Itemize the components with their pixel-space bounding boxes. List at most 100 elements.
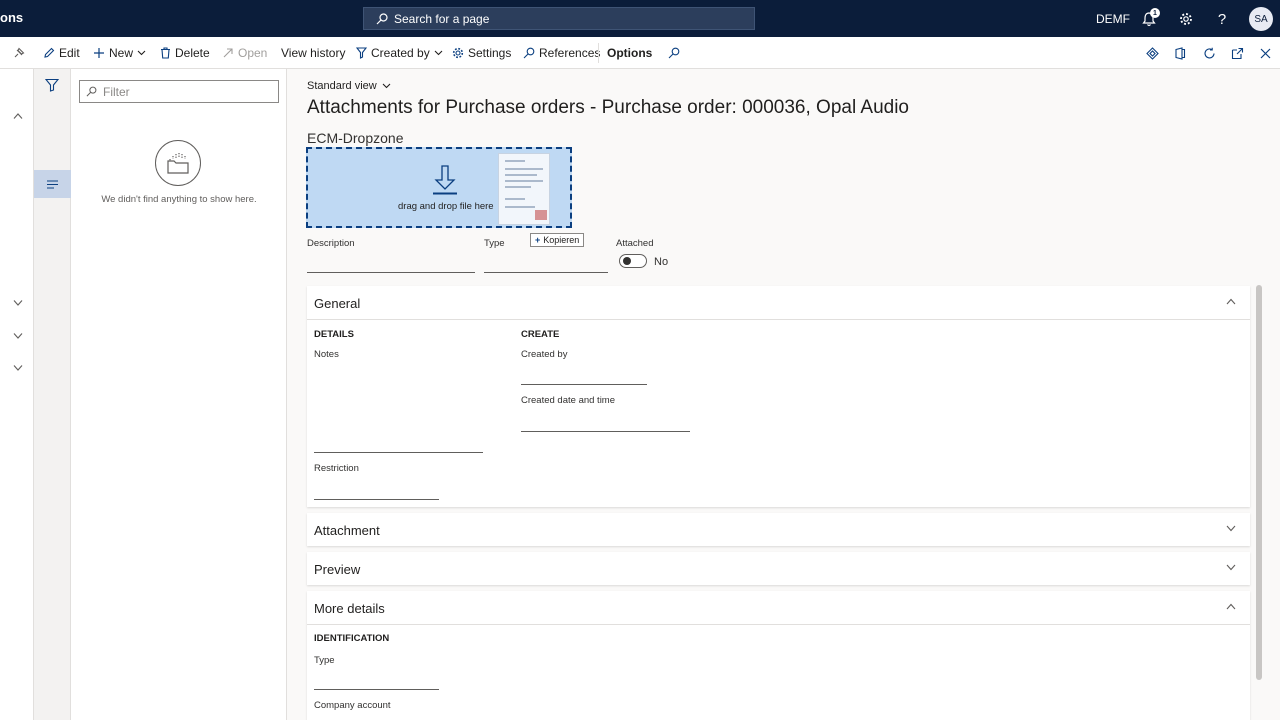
pencil-icon <box>44 47 55 58</box>
created-datetime-value <box>521 431 690 432</box>
company-account-label: Company account <box>314 700 391 711</box>
chevron-down-icon[interactable] <box>1226 525 1236 532</box>
list-filter-box[interactable] <box>79 80 279 103</box>
settings-gear-icon[interactable] <box>1177 10 1195 28</box>
type-input[interactable] <box>484 272 608 273</box>
created-by-value <box>521 384 647 385</box>
details-section-header: DETAILS <box>314 329 354 340</box>
view-history-label: View history <box>281 46 346 60</box>
preview-fasttab: Preview <box>307 552 1250 585</box>
delete-label: Delete <box>175 46 210 60</box>
identification-type-input[interactable] <box>314 689 439 690</box>
drag-copy-tooltip: + Kopieren <box>530 233 585 247</box>
action-pane: Edit New Delete Open View history Create… <box>0 37 1280 69</box>
plus-icon <box>94 48 104 58</box>
pin-icon[interactable] <box>10 45 26 61</box>
references-label: References <box>539 46 601 60</box>
created-datetime-label: Created date and time <box>521 395 616 406</box>
attached-toggle[interactable] <box>619 254 647 268</box>
type-label: Type <box>484 238 505 249</box>
dropzone-title: ECM-Dropzone <box>307 130 404 146</box>
filter-input[interactable] <box>103 84 263 99</box>
action-search-icon[interactable] <box>666 45 682 61</box>
created-by-filter-button[interactable]: Created by <box>356 45 447 61</box>
filter-icon <box>356 47 367 59</box>
identification-type-label: Type <box>314 655 335 666</box>
open-in-new-window-icon[interactable] <box>1229 45 1245 61</box>
open-arrow-icon <box>223 48 233 58</box>
view-history-button[interactable]: View history <box>281 45 345 61</box>
empty-list-message: We didn't find anything to show here. <box>101 194 257 205</box>
options-tab[interactable]: Options <box>607 45 652 61</box>
empty-folder-icon <box>155 140 201 186</box>
chevron-down-icon <box>137 50 146 56</box>
help-icon[interactable]: ? <box>1213 10 1231 28</box>
notification-count-badge: 1 <box>1150 8 1160 18</box>
settings-button[interactable]: Settings <box>452 45 511 61</box>
chevron-down-icon[interactable] <box>13 331 23 341</box>
chevron-down-icon[interactable] <box>1226 564 1236 571</box>
power-apps-icon[interactable] <box>1144 45 1160 61</box>
settings-label: Settings <box>468 46 512 60</box>
gear-icon <box>452 47 464 59</box>
chevron-up-icon[interactable] <box>1226 603 1236 610</box>
attached-label: Attached <box>616 238 654 249</box>
file-dropzone[interactable]: drag and drop file here <box>306 147 572 228</box>
chevron-down-icon[interactable] <box>13 363 23 373</box>
preview-header[interactable]: Preview <box>314 562 360 577</box>
dropzone-instruction: drag and drop file here <box>398 201 494 212</box>
created-by-field-label: Created by <box>521 349 568 360</box>
view-selector[interactable]: Standard view <box>307 80 391 92</box>
chevron-down-icon <box>434 50 443 56</box>
edit-label: Edit <box>59 46 80 60</box>
details-pane: Standard view Attachments for Purchase o… <box>287 69 1280 720</box>
references-button[interactable]: References <box>523 45 600 61</box>
view-selector-label: Standard view <box>307 80 377 92</box>
open-label: Open <box>238 46 268 60</box>
top-navigation-bar: ons Search for a page DEMF 1 ? SA <box>0 0 1280 37</box>
attachment-header[interactable]: Attachment <box>314 523 380 538</box>
search-icon <box>523 47 535 59</box>
chevron-up-icon[interactable] <box>13 111 23 121</box>
toggle-knob <box>623 257 631 265</box>
trash-icon <box>161 47 170 59</box>
search-placeholder: Search for a page <box>394 11 490 26</box>
plus-icon: + <box>535 235 541 245</box>
notes-input[interactable] <box>314 452 483 453</box>
description-label: Description <box>307 238 355 249</box>
description-input[interactable] <box>307 272 475 273</box>
card-divider <box>307 624 1250 625</box>
filter-icon[interactable] <box>45 78 59 92</box>
navigation-rail <box>0 69 34 720</box>
card-divider <box>307 319 1250 320</box>
general-header[interactable]: General <box>314 296 360 311</box>
refresh-icon[interactable] <box>1201 45 1217 61</box>
company-picker[interactable]: DEMF <box>1096 12 1130 26</box>
open-button[interactable]: Open <box>222 45 267 61</box>
identification-section-header: IDENTIFICATION <box>314 633 390 644</box>
delete-button[interactable]: Delete <box>160 45 210 61</box>
office-icon[interactable] <box>1172 45 1188 61</box>
list-icon <box>47 179 58 189</box>
user-avatar[interactable]: SA <box>1249 7 1273 31</box>
close-icon[interactable] <box>1257 45 1273 61</box>
attached-value: No <box>654 256 669 268</box>
chevron-up-icon[interactable] <box>1226 298 1236 305</box>
show-list-button[interactable] <box>34 170 71 198</box>
more-details-header[interactable]: More details <box>314 601 385 616</box>
edit-button[interactable]: Edit <box>43 45 80 61</box>
download-arrow-icon <box>433 165 457 195</box>
search-icon <box>376 12 388 24</box>
new-button[interactable]: New <box>93 45 150 61</box>
options-label: Options <box>607 46 653 60</box>
vertical-scrollbar[interactable] <box>1256 285 1262 680</box>
list-pane: We didn't find anything to show here. <box>71 69 287 720</box>
create-section-header: CREATE <box>521 329 560 340</box>
restriction-input[interactable] <box>314 499 439 500</box>
page-title: Attachments for Purchase orders - Purcha… <box>307 97 909 118</box>
more-details-fasttab: More details IDENTIFICATION Type Company… <box>307 591 1250 720</box>
chevron-down-icon[interactable] <box>13 298 23 308</box>
new-label: New <box>109 46 134 60</box>
search-box[interactable]: Search for a page <box>363 7 755 30</box>
app-name[interactable]: ons <box>0 10 23 25</box>
